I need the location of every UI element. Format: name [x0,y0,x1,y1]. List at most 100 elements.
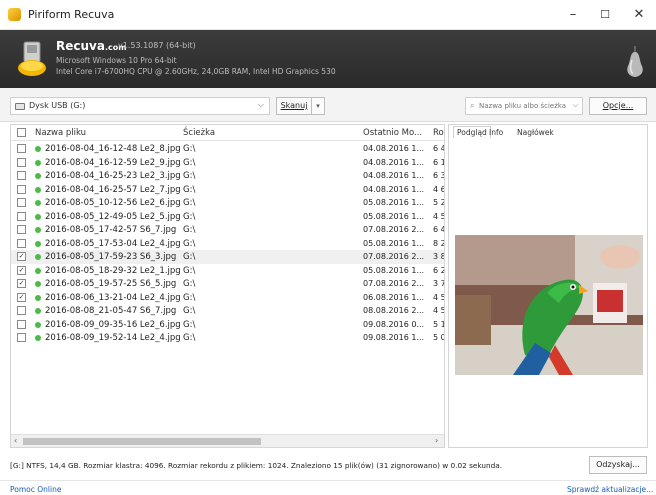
row-checkbox[interactable] [17,211,26,221]
file-date: 04.08.2016 1... [363,171,425,180]
table-row[interactable]: 2016-08-05_17-53-04 Le2_4.jpg G:\ 05.08.… [11,237,445,251]
table-row[interactable]: 2016-08-09_09-35-16 Le2_6.jpg G:\ 09.08.… [11,318,445,332]
file-size: 5 1 [433,319,445,329]
table-row[interactable]: 2016-08-04_16-25-23 Le2_3.jpg G:\ 04.08.… [11,169,444,183]
scroll-left-icon[interactable]: ‹ [14,436,17,445]
state-dot-icon [35,281,41,287]
tab-info[interactable]: Info [489,128,503,137]
file-name: 2016-08-05_10-12-56 Le2_6.jpg [45,198,181,208]
select-all-checkbox[interactable] [17,128,26,137]
search-field[interactable]: ⌕ ⌵ [465,97,583,115]
state-dot-icon [35,267,41,274]
tab-preview[interactable]: Podgląd [453,126,491,138]
footer: Pomoc Online Sprawdź aktualizacje... [0,480,656,495]
chevron-down-icon[interactable]: ⌵ [573,101,578,110]
file-path: G:\ [183,157,196,168]
file-name: 2016-08-05_17-42-57 S6_7.jpg [45,225,177,235]
file-size: 3 7 [433,279,445,288]
file-size: 4 5 [433,211,445,221]
close-button[interactable]: ✕ [622,6,656,24]
table-row[interactable]: 2016-08-05_12-49-05 Le2_5.jpg G:\ 05.08.… [11,210,445,224]
state-dot-icon [35,240,41,247]
table-row[interactable]: 2016-08-04_16-12-48 Le2_8.jpg G:\ 04.08.… [11,142,445,156]
row-checkbox[interactable] [17,157,26,167]
row-checkbox[interactable] [17,144,26,153]
file-size: 6 2 [433,265,445,275]
row-checkbox[interactable] [17,333,26,342]
column-header-name[interactable]: Nazwa pliku [35,128,86,138]
table-row[interactable]: 2016-08-08_21-05-47 S6_7.jpg G:\ 08.08.2… [11,304,444,318]
scrollbar-thumb[interactable] [23,438,261,445]
usb-drive-icon [15,103,25,110]
row-checkbox[interactable] [17,238,26,248]
file-size: 6 4 [433,144,445,153]
file-date: 08.08.2016 2... [363,306,425,315]
maximize-button[interactable]: ☐ [588,6,622,24]
state-dot-icon [35,146,41,152]
file-size: 4 6 [433,184,445,194]
file-date: 09.08.2016 0... [363,319,425,329]
row-checkbox-checked[interactable]: ✓ [17,265,26,275]
table-row[interactable]: 2016-08-05_10-12-56 Le2_6.jpg G:\ 05.08.… [11,196,444,210]
check-updates-link[interactable]: Sprawdź aktualizacje... [567,485,653,494]
file-size: 8 2 [433,238,445,248]
state-dot-icon [35,335,41,341]
row-checkbox[interactable] [17,171,26,180]
table-row[interactable]: 2016-08-04_16-25-57 Le2_7.jpg G:\ 04.08.… [11,183,445,197]
file-date: 04.08.2016 1... [363,144,425,153]
table-row[interactable]: ✓ 2016-08-06_13-21-04 Le2_4.jpg G:\ 06.0… [11,291,445,305]
drive-select[interactable]: Dysk USB (G:) ⌵ [10,97,270,115]
file-path: G:\ [183,238,196,249]
table-row[interactable]: 2016-08-09_19-52-14 Le2_4.jpg G:\ 09.08.… [11,331,444,345]
file-path: G:\ [183,265,196,276]
row-checkbox[interactable] [17,319,26,329]
column-header-path[interactable]: Ścieżka [183,128,215,138]
table-row[interactable]: ✓ 2016-08-05_19-57-25 S6_5.jpg G:\ 07.08… [11,277,445,291]
file-name: 2016-08-08_21-05-47 S6_7.jpg [45,306,177,316]
file-size: 3 8 [433,252,445,261]
file-date: 07.08.2016 2... [363,279,425,288]
scroll-right-icon[interactable]: › [435,436,438,445]
table-row[interactable]: 2016-08-04_16-12-59 Le2_9.jpg G:\ 04.08.… [11,156,444,170]
row-checkbox-checked[interactable]: ✓ [17,292,26,302]
row-checkbox[interactable] [17,225,26,234]
state-dot-icon [35,227,41,233]
file-path: G:\ [183,306,196,316]
file-path: G:\ [183,225,196,235]
table-row[interactable]: ✓ 2016-08-05_18-29-32 Le2_1.jpg G:\ 05.0… [11,264,445,278]
file-size: 4 5 [433,292,445,302]
file-name: 2016-08-05_17-53-04 Le2_4.jpg [45,238,181,249]
scan-button[interactable]: Skanuj [276,97,312,115]
file-path: G:\ [183,184,196,195]
row-checkbox-checked[interactable]: ✓ [17,279,26,288]
tab-header[interactable]: Nagłówek [517,128,554,137]
state-dot-icon [35,254,41,260]
os-info: Microsoft Windows 10 Pro 64-bit [56,56,177,65]
online-help-link[interactable]: Pomoc Online [10,485,61,494]
file-date: 09.08.2016 1... [363,333,425,342]
file-date: 05.08.2016 1... [363,198,425,207]
row-checkbox[interactable] [17,184,26,194]
row-checkbox[interactable] [17,306,26,315]
horizontal-scrollbar[interactable]: ‹ › [11,434,444,447]
file-name: 2016-08-09_09-35-16 Le2_6.jpg [45,319,181,330]
search-input[interactable] [479,100,571,112]
row-checkbox[interactable] [17,198,26,207]
scan-dropdown-button[interactable]: ▾ [311,97,325,115]
table-row-selected[interactable]: ✓ 2016-08-05_17-59-23 S6_3.jpg G:\ 07.08… [11,250,445,264]
title-bar: Piriform Recuva – ☐ ✕ [0,0,656,30]
file-name: 2016-08-05_17-59-23 S6_3.jpg [45,252,177,262]
file-date: 07.08.2016 2... [363,225,425,234]
table-row[interactable]: 2016-08-05_17-42-57 S6_7.jpg G:\ 07.08.2… [11,223,444,237]
file-date: 05.08.2016 1... [363,238,425,248]
row-checkbox-checked[interactable]: ✓ [17,252,26,261]
recover-button[interactable]: Odzyskaj... [589,456,647,474]
minimize-button[interactable]: – [556,6,590,24]
options-button[interactable]: Opcje... [589,97,647,115]
column-header-date[interactable]: Ostatnio Mo... [363,128,422,138]
preview-panel: Podgląd Info Nagłówek [448,124,648,448]
state-dot-icon [35,200,41,206]
column-header-size[interactable]: Ro [433,128,444,138]
toolbar: Dysk USB (G:) ⌵ Skanuj ▾ ⌕ ⌵ Opcje... [0,88,656,122]
preview-image [455,235,643,375]
